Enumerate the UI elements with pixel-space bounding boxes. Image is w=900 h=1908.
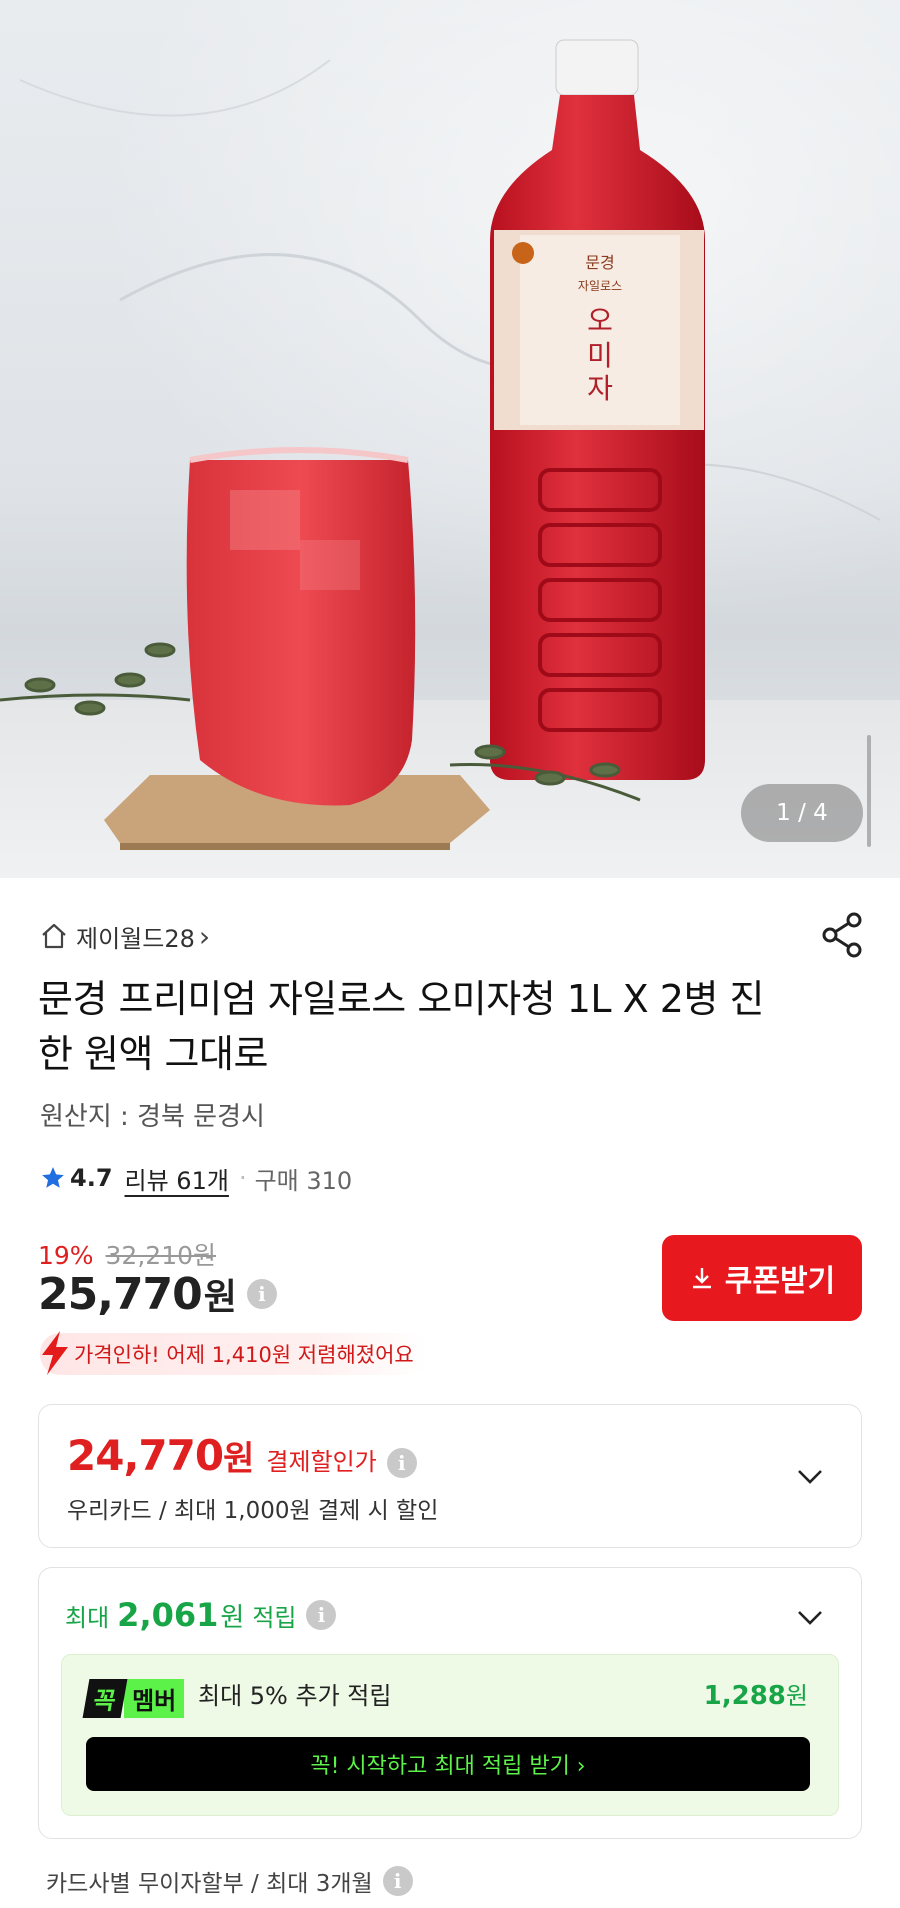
review-count-link[interactable]: 리뷰 61개 <box>125 1161 229 1196</box>
purchase-count: 구매 310 <box>254 1166 353 1195</box>
seller-name: 제이월드28 <box>76 924 195 953</box>
price-drop-notice: 가격인하! 어제 1,410원 저렴해졌어요 <box>40 1331 428 1375</box>
download-icon <box>692 1268 711 1289</box>
original-price: 32,210원 <box>105 1241 217 1270</box>
membership-points-unit: 원 <box>785 1682 808 1710</box>
svg-text:자일로스: 자일로스 <box>578 279 622 293</box>
svg-text:문경: 문경 <box>585 253 614 272</box>
membership-text: 최대 5% 추가 적립 <box>198 1682 392 1710</box>
membership-points-amount: 1,288 <box>703 1681 786 1711</box>
installment-info-icon[interactable]: i <box>382 1866 413 1896</box>
card-discount-info-icon[interactable]: i <box>386 1448 417 1478</box>
price-drop-text: 가격인하! 어제 1,410원 저렴해졌어요 <box>74 1343 414 1367</box>
sale-price: 25,770 <box>38 1268 203 1320</box>
membership-badge: 꼭 멤버 <box>82 1679 185 1718</box>
membership-badge-m: 멤버 <box>124 1679 185 1718</box>
svg-text:자: 자 <box>587 372 613 405</box>
chevron-right-icon: › <box>198 919 211 953</box>
installment-text: 카드사별 무이자할부 / 최대 3개월 <box>46 1871 373 1897</box>
card-discount-label: 결제할인가 <box>266 1448 377 1476</box>
image-counter: 1 / 4 <box>741 784 863 842</box>
membership-points: 1,288원 <box>704 1679 808 1713</box>
coupon-button[interactable]: 쿠폰받기 <box>662 1235 862 1321</box>
card-discount-price: 24,770 원 결제할인가 i <box>67 1431 417 1480</box>
max-points-row: 최대 2,061 원 적립 i <box>65 1596 337 1634</box>
points-panel: 최대 2,061 원 적립 i 꼭 멤버 최대 5% 추가 적립 1,288원 … <box>38 1567 862 1839</box>
max-points-suffix: 적립 <box>252 1603 297 1632</box>
svg-text:오: 오 <box>587 304 613 337</box>
chevron-down-icon[interactable] <box>795 1461 825 1491</box>
coupon-button-label: 쿠폰받기 <box>724 1264 836 1299</box>
points-info-icon[interactable]: i <box>306 1600 337 1630</box>
product-image-carousel[interactable]: 문경 자일로스 오 미 자 1 / 4 <box>0 0 900 878</box>
max-points-prefix: 최대 <box>65 1603 110 1632</box>
price-info-icon[interactable]: i <box>246 1279 277 1309</box>
price-row: 25,770 원 i <box>38 1268 277 1320</box>
product-photo: 문경 자일로스 오 미 자 <box>0 39 881 850</box>
lightning-icon <box>42 1331 68 1375</box>
discount-row: 19% 32,210원 <box>38 1236 216 1272</box>
svg-text:미: 미 <box>587 339 613 372</box>
card-discount-amount: 24,770 <box>67 1431 224 1480</box>
product-title: 문경 프리미엄 자일로스 오미자청 1L X 2병 진한 원액 그대로 <box>38 977 764 1076</box>
chevron-down-icon[interactable] <box>795 1602 825 1632</box>
home-icon <box>42 923 66 949</box>
product-origin: 원산지 : 경북 문경시 <box>40 1102 265 1132</box>
discount-rate: 19% <box>38 1241 94 1270</box>
card-discount-panel[interactable]: 24,770 원 결제할인가 i 우리카드 / 최대 1,000원 결제 시 할… <box>38 1404 862 1548</box>
max-points-amount: 2,061 <box>117 1596 219 1634</box>
membership-start-button[interactable]: 꼭! 시작하고 최대 적립 받기 › <box>86 1737 810 1791</box>
membership-box: 꼭 멤버 최대 5% 추가 적립 1,288원 꼭! 시작하고 최대 적립 받기… <box>61 1654 839 1816</box>
installment-row: 카드사별 무이자할부 / 최대 3개월 i <box>46 1864 413 1898</box>
price-unit: 원 <box>203 1277 237 1318</box>
seller-link[interactable]: 제이월드28 › <box>40 916 210 956</box>
rating-score: 4.7 <box>70 1164 113 1192</box>
card-discount-unit: 원 <box>223 1439 255 1479</box>
rating-row: 4.7 리뷰 61개 · 구매 310 <box>40 1160 352 1196</box>
separator-dot: · <box>238 1164 247 1192</box>
card-discount-description: 우리카드 / 최대 1,000원 결제 시 할인 <box>67 1498 439 1524</box>
share-icon[interactable] <box>818 910 868 960</box>
image-scroll-indicator <box>867 735 871 847</box>
membership-badge-k: 꼭 <box>82 1679 128 1718</box>
max-points-unit: 원 <box>220 1602 245 1633</box>
star-icon <box>42 1167 64 1188</box>
